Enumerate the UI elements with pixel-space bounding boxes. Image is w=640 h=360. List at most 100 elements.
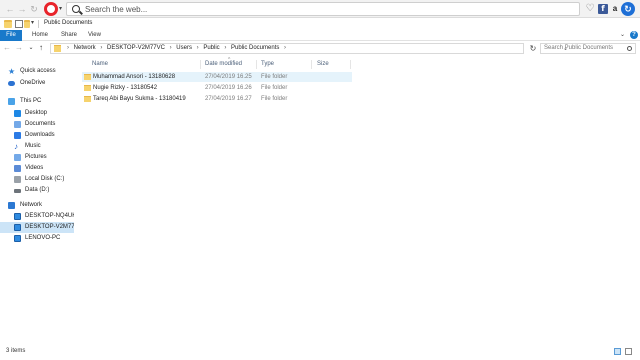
folder-search-input[interactable]: Search Public Documents xyxy=(540,43,636,54)
nav-item-quick-access[interactable]: ★ Quick access xyxy=(0,66,74,77)
breadcrumb-public-documents[interactable]: Public Documents xyxy=(231,45,279,51)
nav-item-lenovo-pc[interactable]: LENOVO-PC xyxy=(0,233,74,244)
nav-item-data-disk[interactable]: Data (D:) xyxy=(0,185,74,196)
folder-icon xyxy=(84,96,91,102)
column-size[interactable]: Size xyxy=(317,61,329,67)
nav-label: DESKTOP-NQ4UK6I xyxy=(25,213,74,219)
file-type: File folder xyxy=(261,85,288,91)
folder-icon xyxy=(84,85,91,91)
nav-item-network[interactable]: Network xyxy=(0,200,74,211)
column-type[interactable]: Type xyxy=(261,61,274,67)
chevron-right-icon[interactable]: › xyxy=(170,45,172,51)
chevron-right-icon: › xyxy=(67,45,69,51)
help-icon[interactable]: ? xyxy=(630,31,638,39)
forward-icon[interactable]: → xyxy=(16,3,28,15)
column-divider[interactable] xyxy=(311,60,312,69)
nav-item-pictures[interactable]: Pictures xyxy=(0,152,74,163)
file-name: Nugie Rizky - 13180542 xyxy=(93,85,158,91)
reload-icon[interactable]: ↻ xyxy=(28,3,40,15)
tab-share[interactable]: Share xyxy=(61,30,77,41)
large-icons-view-icon[interactable] xyxy=(625,348,632,355)
chevron-right-icon[interactable]: › xyxy=(224,45,226,51)
nav-item-this-pc[interactable]: This PC xyxy=(0,96,74,107)
tab-view[interactable]: View xyxy=(88,30,101,41)
pictures-icon xyxy=(14,154,21,161)
nav-item-desktop-v2m77vc[interactable]: DESKTOP-V2M77VC xyxy=(0,222,74,233)
nav-label: Downloads xyxy=(25,132,55,138)
nav-label: DESKTOP-V2M77VC xyxy=(25,224,74,230)
tab-home[interactable]: Home xyxy=(32,30,48,41)
file-date: 27/04/2019 16.25 xyxy=(205,74,252,80)
facebook-icon[interactable]: f xyxy=(598,4,608,14)
address-bar[interactable]: › Network › DESKTOP-V2M77VC › Users › Pu… xyxy=(50,43,568,54)
folder-icon xyxy=(4,20,12,28)
properties-checkbox-icon[interactable] xyxy=(15,20,23,28)
file-date: 27/04/2019 16.26 xyxy=(205,85,252,91)
nav-label: Local Disk (C:) xyxy=(25,176,65,182)
address-row: ← → ⌄ ↑ › Network › DESKTOP-V2M77VC › Us… xyxy=(0,41,640,55)
folder-icon xyxy=(54,45,61,52)
browser-toolbar: ← → ↻ ▾ Search the web... ♡ f a ↻ xyxy=(0,0,640,18)
nav-item-local-disk[interactable]: Local Disk (C:) xyxy=(0,174,74,185)
folder-search-placeholder: Search Public Documents xyxy=(544,45,614,51)
new-folder-icon[interactable] xyxy=(24,20,30,28)
breadcrumb-public[interactable]: Public xyxy=(203,45,219,51)
nav-item-documents[interactable]: Documents xyxy=(0,119,74,130)
breadcrumb-desktop[interactable]: DESKTOP-V2M77VC xyxy=(107,45,165,51)
breadcrumb-network[interactable]: Network xyxy=(74,45,96,51)
nav-label: LENOVO-PC xyxy=(25,235,61,241)
table-row[interactable]: Muhammad Ansori - 13180628 27/04/2019 16… xyxy=(82,72,352,82)
customize-quick-access-icon[interactable]: ▾ xyxy=(31,19,34,26)
column-date-modified[interactable]: Date modified xyxy=(205,61,242,67)
nav-label: Documents xyxy=(25,121,56,127)
opera-logo-icon[interactable] xyxy=(44,2,58,16)
nav-label: This PC xyxy=(20,98,42,104)
nav-item-desktop[interactable]: Desktop xyxy=(0,108,74,119)
disk-icon xyxy=(14,176,21,183)
nav-item-downloads[interactable]: Downloads xyxy=(0,130,74,141)
navigation-pane: ★ Quick access OneDrive This PC Desktop … xyxy=(0,62,74,344)
desktop-icon xyxy=(14,110,21,117)
table-row[interactable]: Tareq Abi Bayu Sukma - 13180419 27/04/20… xyxy=(82,94,352,104)
item-count: 3 items xyxy=(6,348,26,354)
details-view-icon[interactable] xyxy=(614,348,621,355)
column-divider[interactable] xyxy=(200,60,201,69)
recent-locations-icon[interactable]: ⌄ xyxy=(26,43,36,53)
nav-label: Quick access xyxy=(20,68,56,74)
tab-file[interactable]: File xyxy=(0,30,22,41)
table-row[interactable]: Nugie Rizky - 13180542 27/04/2019 16.26 … xyxy=(82,83,352,93)
chevron-down-icon[interactable]: ▾ xyxy=(59,5,62,12)
column-divider[interactable] xyxy=(256,60,257,69)
forward-icon[interactable]: → xyxy=(14,43,24,53)
refresh-icon[interactable]: ↻ xyxy=(528,43,538,54)
nav-label: Music xyxy=(25,143,41,149)
web-search-input[interactable]: Search the web... xyxy=(66,2,580,16)
breadcrumb: › Network › DESKTOP-V2M77VC › Users › Pu… xyxy=(64,45,289,51)
amazon-icon[interactable]: a xyxy=(610,4,620,14)
nav-label: Network xyxy=(20,202,43,208)
window-title: Public Documents xyxy=(44,20,93,26)
nav-label: Videos xyxy=(25,165,44,171)
breadcrumb-users[interactable]: Users xyxy=(176,45,192,51)
chevron-right-icon[interactable]: › xyxy=(100,45,102,51)
sync-icon[interactable]: ↻ xyxy=(621,2,635,16)
nav-item-onedrive[interactable]: OneDrive xyxy=(0,78,74,89)
file-date: 27/04/2019 16.27 xyxy=(205,96,252,102)
nav-item-desktop-nq4uk6i[interactable]: DESKTOP-NQ4UK6I xyxy=(0,211,74,222)
nav-label: Pictures xyxy=(25,154,47,160)
status-bar: 3 items xyxy=(0,344,640,360)
column-name[interactable]: Name xyxy=(92,61,108,67)
nav-item-videos[interactable]: Videos xyxy=(0,163,74,174)
chevron-right-icon[interactable]: › xyxy=(197,45,199,51)
expand-ribbon-icon[interactable]: ⌄ xyxy=(620,31,625,38)
up-arrow-icon[interactable]: ↑ xyxy=(36,43,46,53)
back-icon[interactable]: ← xyxy=(4,3,16,15)
nav-item-music[interactable]: ♪ Music xyxy=(0,141,74,152)
chevron-right-icon[interactable]: › xyxy=(284,45,286,51)
back-icon[interactable]: ← xyxy=(2,43,12,53)
downloads-icon xyxy=(14,132,21,139)
bookmark-heart-icon[interactable]: ♡ xyxy=(584,3,596,15)
column-divider[interactable] xyxy=(350,60,351,69)
computer-icon xyxy=(8,98,15,105)
network-icon xyxy=(8,202,15,209)
